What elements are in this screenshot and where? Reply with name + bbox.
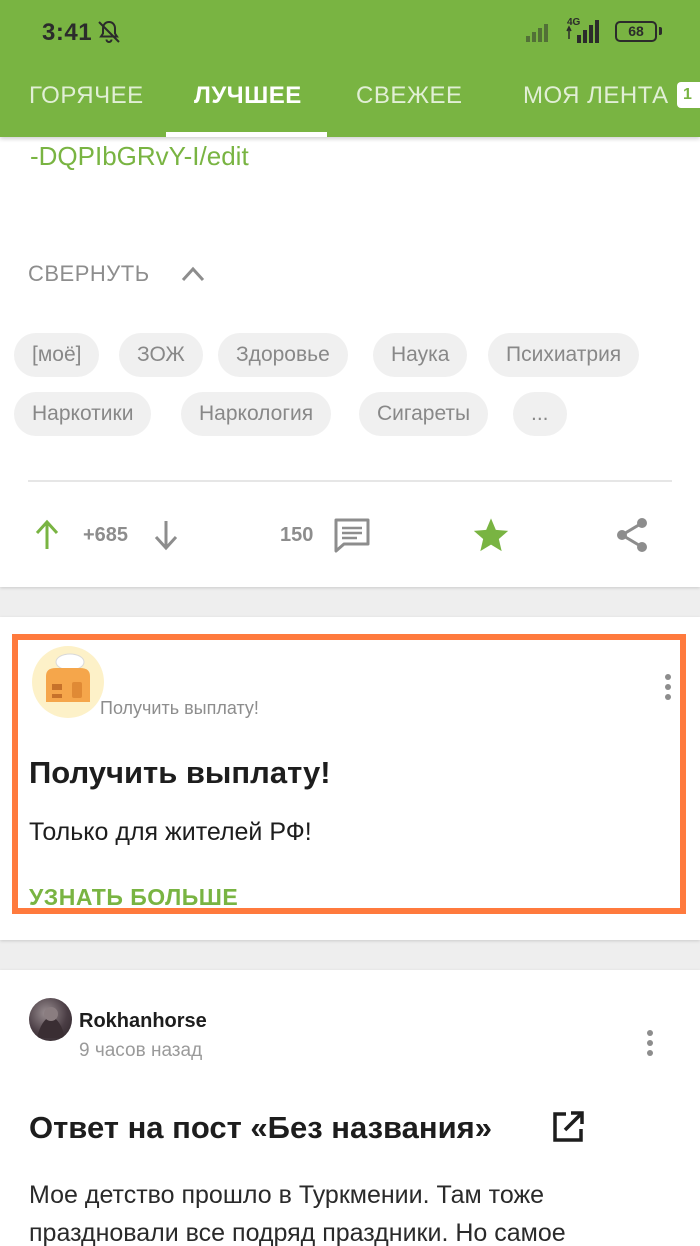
- tab-hot[interactable]: ГОРЯЧЕЕ: [29, 82, 144, 110]
- tag-chip[interactable]: Наука: [373, 333, 468, 377]
- ad-source: Получить выплату!: [100, 698, 259, 718]
- collapse-button[interactable]: СВЕРНУТЬ: [28, 261, 206, 287]
- tag-chip[interactable]: Наркотики: [14, 392, 152, 436]
- star-icon[interactable]: [471, 515, 511, 555]
- downvote-arrow-icon[interactable]: [153, 519, 179, 551]
- post-rating: +685: [83, 524, 129, 546]
- app-bar: 3:41 4G 68 ГОРЯЧЕЕ ЛУЧШЕЕ СВЕЖЕЕ МОЯ ЛЕН…: [0, 0, 700, 137]
- post-time: 9 часов назад: [79, 1040, 203, 1061]
- ad-learn-more-button[interactable]: УЗНАТЬ БОЛЬШЕ: [29, 884, 238, 908]
- collapse-label: СВЕРНУТЬ: [28, 261, 150, 286]
- avatar-image: [37, 1007, 65, 1038]
- more-options-icon[interactable]: [658, 672, 678, 702]
- tag-chip[interactable]: Психиатрия: [488, 333, 640, 377]
- tab-best[interactable]: ЛУЧШЕЕ: [194, 82, 302, 110]
- tab-fresh[interactable]: СВЕЖЕЕ: [356, 82, 463, 110]
- ad-card: Получить выплату! Получить выплату! Толь…: [0, 617, 700, 940]
- active-tab-indicator: [166, 132, 327, 137]
- ad-logo: [32, 646, 104, 718]
- comments-count: 150: [280, 524, 314, 546]
- post-card: -DQPIbGRvY-I/edit СВЕРНУТЬ [моё] ЗОЖ Здо…: [0, 137, 700, 587]
- chevron-up-icon: [181, 266, 204, 282]
- divider: [28, 480, 672, 482]
- tag-chip[interactable]: Здоровье: [218, 333, 348, 377]
- tab-badge: 1: [677, 82, 700, 108]
- toaster-logo-icon: [46, 653, 90, 702]
- signal-4g-icon: [566, 20, 599, 43]
- tag-chip[interactable]: ЗОЖ: [119, 333, 203, 377]
- notifications-muted-icon: [98, 20, 120, 43]
- tag-chip[interactable]: Наркология: [181, 392, 332, 436]
- ad-title: Получить выплату!: [29, 755, 331, 790]
- share-icon[interactable]: [614, 516, 650, 554]
- tab-my-feed[interactable]: МОЯ ЛЕНТА: [523, 82, 669, 110]
- post-link[interactable]: -DQPIbGRvY-I/edit: [30, 141, 249, 172]
- feed-tabs: ГОРЯЧЕЕ ЛУЧШЕЕ СВЕЖЕЕ МОЯ ЛЕНТА 1: [0, 64, 700, 137]
- tag-chip[interactable]: [моё]: [14, 333, 100, 377]
- more-tags-chip[interactable]: ...: [513, 392, 567, 436]
- external-link-icon[interactable]: [550, 1109, 586, 1145]
- post-card: Rokhanhorse 9 часов назад Ответ на пост …: [0, 970, 700, 1246]
- ad-text: Только для жителей РФ!: [29, 818, 312, 846]
- ad-banner[interactable]: Получить выплату! Получить выплату! Толь…: [12, 634, 686, 914]
- post-author[interactable]: Rokhanhorse: [79, 1010, 207, 1033]
- battery-level: 68: [628, 23, 644, 39]
- more-options-icon[interactable]: [640, 1028, 660, 1058]
- battery-indicator: 68: [615, 21, 662, 42]
- status-bar: 3:41 4G 68: [0, 0, 700, 64]
- post-title[interactable]: Ответ на пост «Без названия»: [29, 1110, 492, 1146]
- upvote-arrow-icon[interactable]: [34, 519, 60, 551]
- tag-chip[interactable]: Сигареты: [359, 392, 489, 436]
- comments-icon[interactable]: [333, 517, 371, 553]
- post-body: Мое детство прошло в Туркмении. Там тоже…: [29, 1181, 566, 1246]
- avatar[interactable]: [29, 998, 72, 1041]
- status-time: 3:41: [42, 19, 93, 46]
- signal-icon: [526, 24, 548, 42]
